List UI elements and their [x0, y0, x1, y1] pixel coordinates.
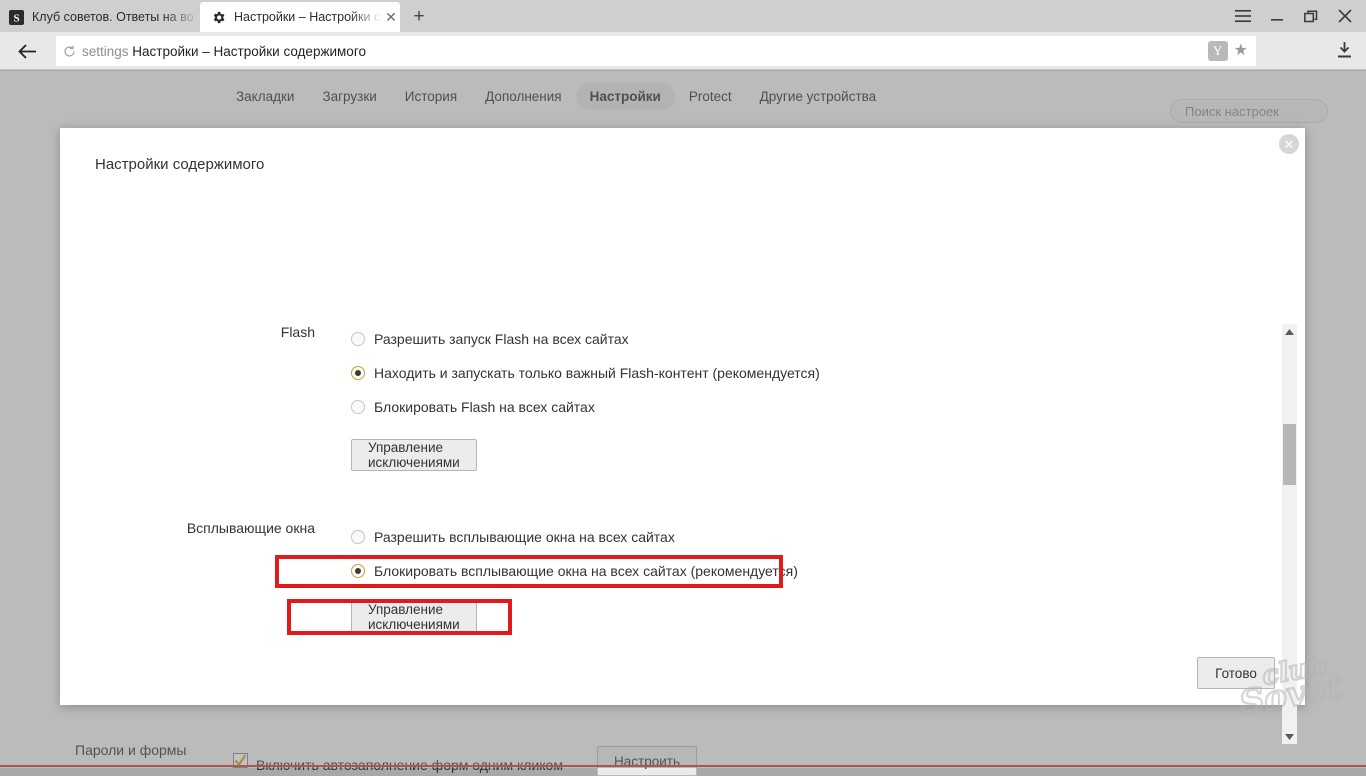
radio-row-flash-detect[interactable]: Находить и запускать только важный Flash… [351, 365, 820, 381]
bookmark-star-icon[interactable]: ★ [1234, 43, 1248, 59]
radio-flash-block[interactable] [351, 400, 365, 414]
download-icon[interactable] [1337, 42, 1352, 64]
window-controls [1228, 0, 1360, 32]
radio-row-popups-block[interactable]: Блокировать всплывающие окна на всех сай… [351, 563, 798, 579]
scrollbar-thumb[interactable] [1283, 424, 1296, 485]
radio-popups-block[interactable] [351, 564, 365, 578]
tab-title: Клуб советов. Ответы на во [32, 10, 194, 24]
dialog-scroll-area: Flash Разрешить запуск Flash на всех сай… [60, 188, 1305, 643]
manage-exceptions-button-flash[interactable]: Управление исключениями [351, 439, 477, 471]
address-input[interactable]: settings Настройки – Настройки содержимо… [56, 36, 1256, 66]
site-favicon-icon: S [8, 9, 24, 25]
radio-label-flash-detect: Находить и запускать только важный Flash… [374, 365, 820, 381]
address-scheme: settings [82, 43, 129, 59]
reload-icon[interactable] [56, 45, 82, 58]
yandex-badge-icon[interactable]: Y [1207, 41, 1228, 61]
browser-tab-active[interactable]: Настройки – Настройки с ✕ [200, 2, 400, 32]
omnibox-actions: Y ★ [1207, 36, 1256, 66]
minimize-icon[interactable] [1262, 0, 1292, 32]
group-label-popups: Всплывающие окна [186, 520, 315, 536]
restore-icon[interactable] [1296, 0, 1326, 32]
svg-text:S: S [13, 12, 19, 24]
scrollbar-down-arrow-icon[interactable] [1282, 729, 1297, 744]
watermark-line2: Sovet [1237, 666, 1347, 724]
radio-flash-detect[interactable] [351, 366, 365, 380]
radio-label-popups-block: Блокировать всплывающие окна на всех сай… [374, 563, 798, 579]
radio-label-flash-allow: Разрешить запуск Flash на всех сайтах [374, 331, 629, 347]
watermark: club Sovet [1236, 655, 1348, 725]
back-arrow-icon[interactable] [14, 40, 40, 62]
radio-popups-allow[interactable] [351, 530, 365, 544]
browser-tab-inactive[interactable]: S Клуб советов. Ответы на во [0, 2, 200, 32]
tab-close-icon[interactable]: ✕ [382, 10, 400, 24]
radio-label-flash-block: Блокировать Flash на всех сайтах [374, 399, 595, 415]
radio-flash-allow[interactable] [351, 332, 365, 346]
radio-label-popups-allow: Разрешить всплывающие окна на всех сайта… [374, 529, 675, 545]
browser-tab-bar: S Клуб советов. Ответы на во Настройки –… [0, 0, 1366, 32]
manage-exceptions-button-popups[interactable]: Управление исключениями [351, 601, 477, 633]
tab-title: Настройки – Настройки с [234, 10, 381, 24]
new-tab-button[interactable]: + [408, 6, 430, 28]
close-icon[interactable] [1330, 0, 1360, 32]
dialog-footer: Готово [60, 643, 1305, 705]
radio-row-popups-allow[interactable]: Разрешить всплывающие окна на всех сайта… [351, 529, 675, 545]
dialog-title: Настройки содержимого [95, 156, 265, 173]
group-label-flash: Flash [280, 324, 315, 340]
gear-icon [210, 9, 226, 25]
radio-row-flash-block[interactable]: Блокировать Flash на всех сайтах [351, 399, 595, 415]
radio-row-flash-allow[interactable]: Разрешить запуск Flash на всех сайтах [351, 331, 629, 347]
content-settings-dialog: ✕ Настройки содержимого Flash Разрешить … [60, 128, 1305, 744]
address-bar-row: settings Настройки – Настройки содержимо… [0, 32, 1366, 70]
menu-icon[interactable] [1228, 0, 1258, 32]
address-text: settings Настройки – Настройки содержимо… [82, 44, 366, 59]
address-title: Настройки – Настройки содержимого [132, 43, 366, 59]
scrollbar-up-arrow-icon[interactable] [1282, 324, 1297, 339]
dialog-close-icon[interactable]: ✕ [1279, 134, 1299, 154]
